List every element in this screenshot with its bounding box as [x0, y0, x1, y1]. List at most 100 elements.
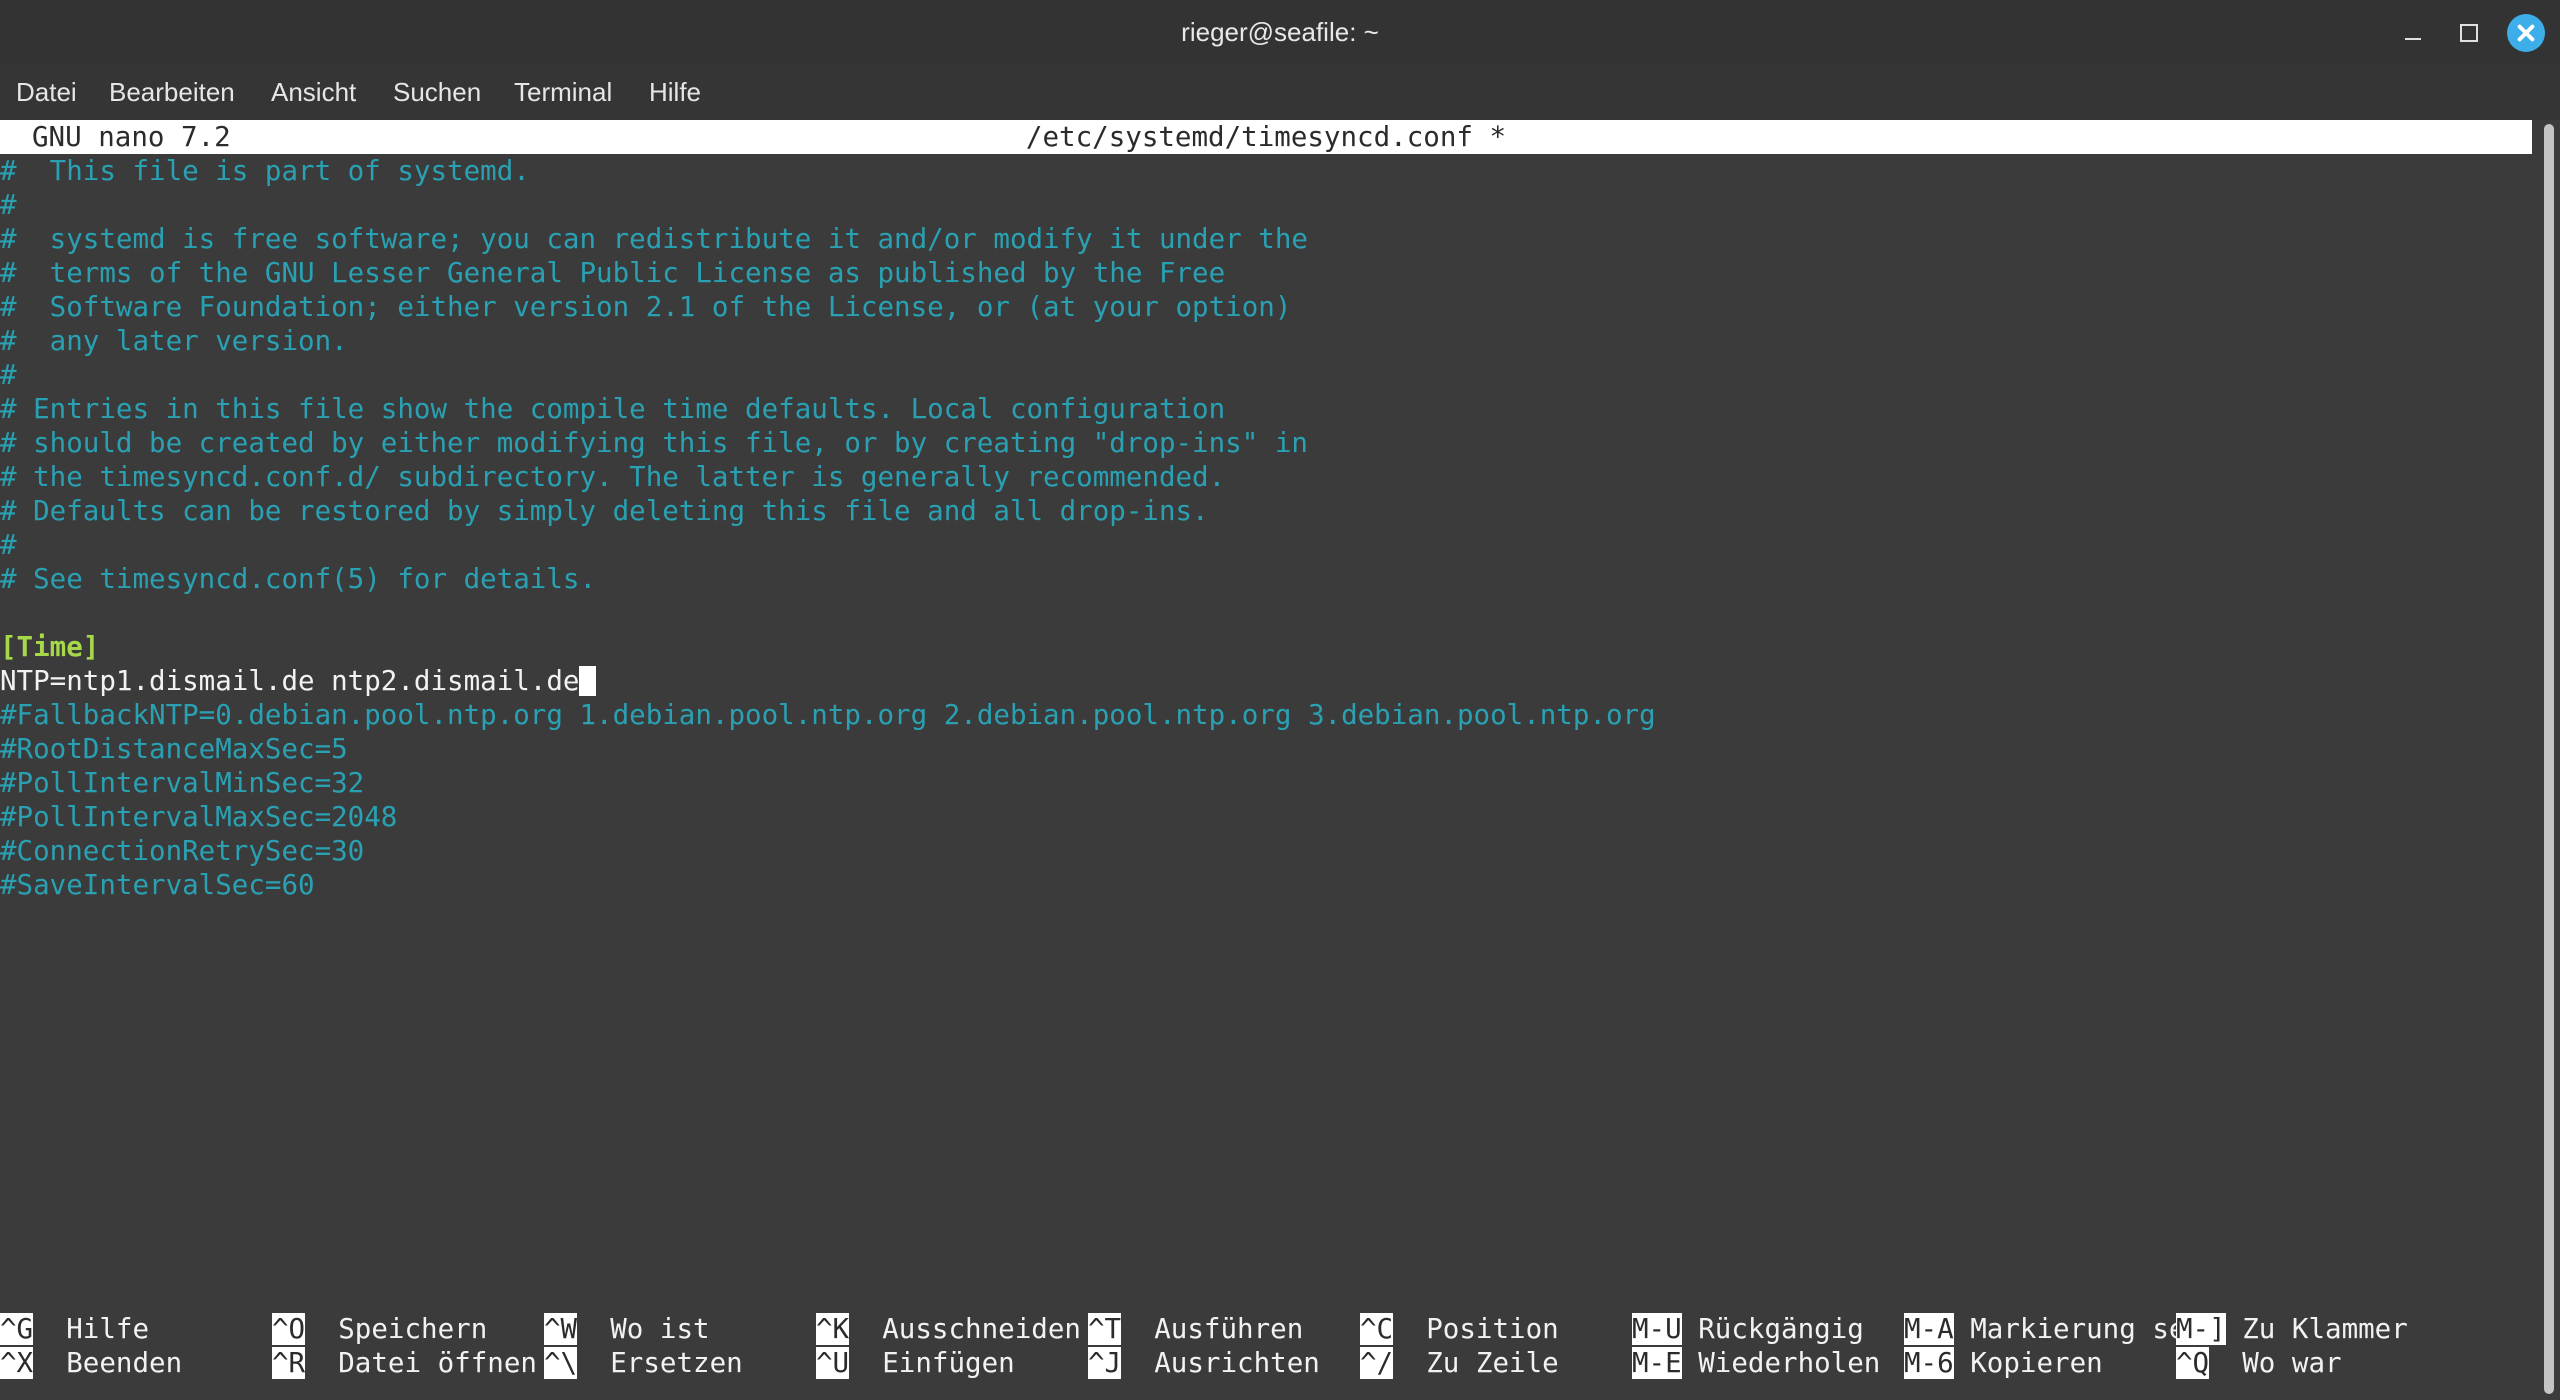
shortcut-item: ^C Position [1360, 1312, 1559, 1346]
comment-line: #PollIntervalMaxSec=2048 [0, 800, 397, 834]
comment-line: # Entries in this file show the compile … [0, 392, 1225, 426]
line-text: #ConnectionRetrySec=30 [0, 835, 365, 867]
line-text: # This file is part of systemd. [0, 155, 530, 187]
shortcut-item: M-U Rückgängig [1632, 1312, 1864, 1346]
comment-line: # should be created by either modifying … [0, 426, 1308, 460]
shortcut-key: ^U [816, 1347, 850, 1379]
line-text: # terms of the GNU Lesser General Public… [0, 257, 1226, 289]
shortcut-label: Markierung se [1970, 1313, 2186, 1345]
scrollbar[interactable] [2542, 120, 2556, 1400]
shortcut-label: Beenden [66, 1347, 183, 1379]
line-text: # Entries in this file show the compile … [0, 393, 1226, 425]
comment-line: #ConnectionRetrySec=30 [0, 834, 364, 868]
menu-bearbeiten[interactable]: Bearbeiten [103, 64, 241, 120]
shortcut-key: M-U [1632, 1313, 1682, 1345]
shortcut-item: ^T Ausführen [1088, 1312, 1303, 1346]
shortcut-item: ^O Speichern [272, 1312, 487, 1346]
comment-line: # systemd is free software; you can redi… [0, 222, 1308, 256]
shortcut-key: ^W [544, 1313, 578, 1345]
shortcut-key: ^\ [544, 1347, 578, 1379]
shortcut-key: ^Q [2176, 1347, 2210, 1379]
shortcut-item: ^W Wo ist [544, 1312, 710, 1346]
text-cursor [579, 666, 597, 696]
nano-header: GNU nano 7.2 /etc/systemd/timesyncd.conf… [0, 120, 2532, 154]
menu-datei[interactable]: Datei [10, 64, 83, 120]
line-text: # [0, 359, 17, 391]
line-text: # any later version. [0, 325, 348, 357]
maximize-icon[interactable] [2451, 16, 2485, 50]
shortcut-key: ^C [1360, 1313, 1394, 1345]
comment-line: #PollIntervalMinSec=32 [0, 766, 364, 800]
shortcut-item: ^R Datei öffnen [272, 1346, 537, 1380]
menubar: Datei Bearbeiten Ansicht Suchen Terminal… [0, 64, 2560, 120]
shortcut-key: ^J [1088, 1347, 1122, 1379]
minimize-icon[interactable] [2396, 16, 2430, 50]
shortcut-item: ^X Beenden [0, 1346, 182, 1380]
shortcut-item: ^\ Ersetzen [544, 1346, 743, 1380]
close-icon[interactable] [2507, 14, 2545, 52]
shortcut-key: ^G [0, 1313, 34, 1345]
shortcut-label: Rückgängig [1698, 1313, 1864, 1345]
terminal-area[interactable]: GNU nano 7.2 /etc/systemd/timesyncd.conf… [0, 120, 2538, 1400]
scrollbar-thumb[interactable] [2544, 124, 2554, 1394]
line-text: #FallbackNTP=0.debian.pool.ntp.org 1.deb… [0, 699, 1656, 731]
shortcut-label: Wo war [2242, 1347, 2342, 1379]
shortcut-item: ^K Ausschneiden [816, 1312, 1081, 1346]
menu-ansicht[interactable]: Ansicht [265, 64, 362, 120]
shortcut-label: Kopieren [1970, 1347, 2103, 1379]
shortcut-key: ^K [816, 1313, 850, 1345]
line-text: [Time] [0, 631, 100, 663]
shortcut-item: M-E Wiederholen [1632, 1346, 1880, 1380]
window-titlebar[interactable]: rieger@seafile: ~ [0, 0, 2560, 64]
shortcut-label: Einfügen [882, 1347, 1015, 1379]
line-text: # [0, 529, 17, 561]
menu-hilfe[interactable]: Hilfe [643, 64, 707, 120]
shortcut-label: Wo ist [610, 1313, 710, 1345]
nano-filename: /etc/systemd/timesyncd.conf * [1025, 121, 1507, 153]
line-text: #RootDistanceMaxSec=5 [0, 733, 348, 765]
menu-terminal[interactable]: Terminal [508, 64, 618, 120]
shortcut-label: Zu Klammer [2242, 1313, 2408, 1345]
shortcut-item: ^G Hilfe [0, 1312, 149, 1346]
comment-line: # the timesyncd.conf.d/ subdirectory. Th… [0, 460, 1225, 494]
comment-line: #RootDistanceMaxSec=5 [0, 732, 348, 766]
config-line: NTP=ntp1.dismail.de ntp2.dismail.de [0, 664, 597, 698]
shortcut-item: M-A Markierung se [1904, 1312, 2185, 1346]
comment-line: #FallbackNTP=0.debian.pool.ntp.org 1.deb… [0, 698, 1656, 732]
window-title: rieger@seafile: ~ [1181, 17, 1379, 47]
shortcut-label: Position [1426, 1313, 1559, 1345]
comment-line: # Defaults can be restored by simply del… [0, 494, 1209, 528]
shortcut-key: M-A [1904, 1313, 1954, 1345]
line-text: # Software Foundation; either version 2.… [0, 291, 1292, 323]
shortcut-item: ^J Ausrichten [1088, 1346, 1320, 1380]
shortcut-item: ^/ Zu Zeile [1360, 1346, 1559, 1380]
line-text: # the timesyncd.conf.d/ subdirectory. Th… [0, 461, 1226, 493]
shortcut-key: ^O [272, 1313, 306, 1345]
shortcut-item: M-6 Kopieren [1904, 1346, 2103, 1380]
line-text: #SaveIntervalSec=60 [0, 869, 315, 901]
shortcut-key: ^R [272, 1347, 306, 1379]
comment-line: # terms of the GNU Lesser General Public… [0, 256, 1225, 290]
comment-line: # This file is part of systemd. [0, 154, 530, 188]
comment-line: # Software Foundation; either version 2.… [0, 290, 1291, 324]
comment-line: # any later version. [0, 324, 348, 358]
shortcut-key: M-6 [1904, 1347, 1954, 1379]
comment-line: #SaveIntervalSec=60 [0, 868, 315, 902]
line-text: #PollIntervalMinSec=32 [0, 767, 365, 799]
shortcut-key: M-E [1632, 1347, 1682, 1379]
shortcut-label: Ersetzen [610, 1347, 743, 1379]
menu-suchen[interactable]: Suchen [387, 64, 487, 120]
comment-line: # [0, 358, 17, 392]
shortcut-key: ^T [1088, 1313, 1122, 1345]
shortcut-label: Hilfe [66, 1313, 150, 1345]
line-text: # systemd is free software; you can redi… [0, 223, 1308, 255]
shortcut-label: Speichern [338, 1313, 488, 1345]
shortcut-label: Ausführen [1154, 1313, 1304, 1345]
comment-line: # [0, 528, 17, 562]
shortcut-key: ^/ [1360, 1347, 1394, 1379]
line-text: # See timesyncd.conf(5) for details. [0, 563, 597, 595]
line-text: #PollIntervalMaxSec=2048 [0, 801, 398, 833]
shortcut-key: M-] [2176, 1313, 2226, 1345]
line-text: # [0, 189, 17, 221]
shortcut-key: ^X [0, 1347, 34, 1379]
